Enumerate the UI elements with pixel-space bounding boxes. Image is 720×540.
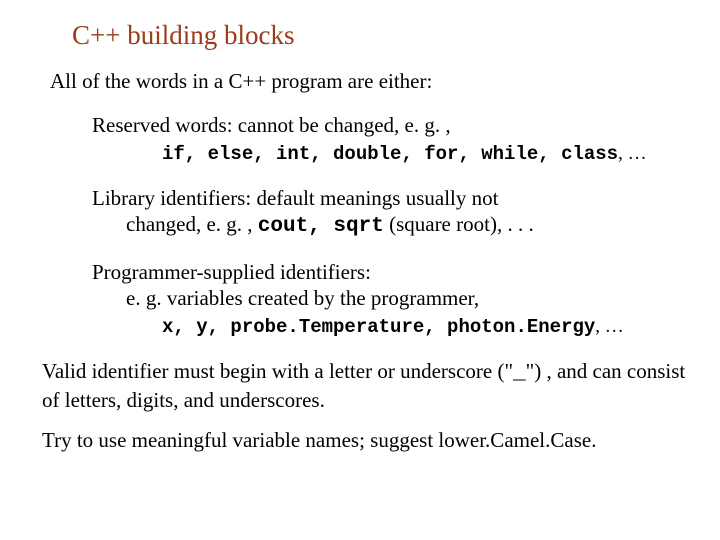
valid-part1: Valid identifier must begin with a lette… [42,359,513,383]
library-lead: Library identifiers: default meanings us… [92,185,690,211]
underscore-char: _ [513,362,526,385]
programmer-code-line: x, y, probe.Temperature, photon.Energy, … [162,315,690,340]
library-identifiers-section: Library identifiers: default meanings us… [92,185,690,241]
intro-line: All of the words in a C++ program are ei… [50,69,690,94]
reserved-code-line: if, else, int, double, for, while, class… [162,142,690,167]
closing-text: Try to use meaningful variable names; su… [42,427,690,453]
slide: C++ building blocks All of the words in … [0,0,720,488]
library-code: cout, sqrt [258,215,384,238]
library-sub: changed, e. g. , cout, sqrt (square root… [126,211,690,240]
valid-identifier-text: Valid identifier must begin with a lette… [42,358,690,414]
programmer-sub: e. g. variables created by the programme… [126,285,690,311]
slide-title: C++ building blocks [72,20,690,51]
reserved-code: if, else, int, double, for, while, class [162,143,618,165]
library-sub-prefix: changed, e. g. , [126,212,258,236]
library-sub-suffix: (square root), . . . [384,212,534,236]
programmer-identifiers-section: Programmer-supplied identifiers: e. g. v… [92,259,690,340]
reserved-lead: Reserved words: cannot be changed, e. g.… [92,112,690,138]
programmer-tail: , … [595,316,624,337]
reserved-tail: , … [618,143,647,164]
reserved-words-section: Reserved words: cannot be changed, e. g.… [92,112,690,167]
programmer-code: x, y, probe.Temperature, photon.Energy [162,316,595,338]
programmer-lead: Programmer-supplied identifiers: [92,259,690,285]
